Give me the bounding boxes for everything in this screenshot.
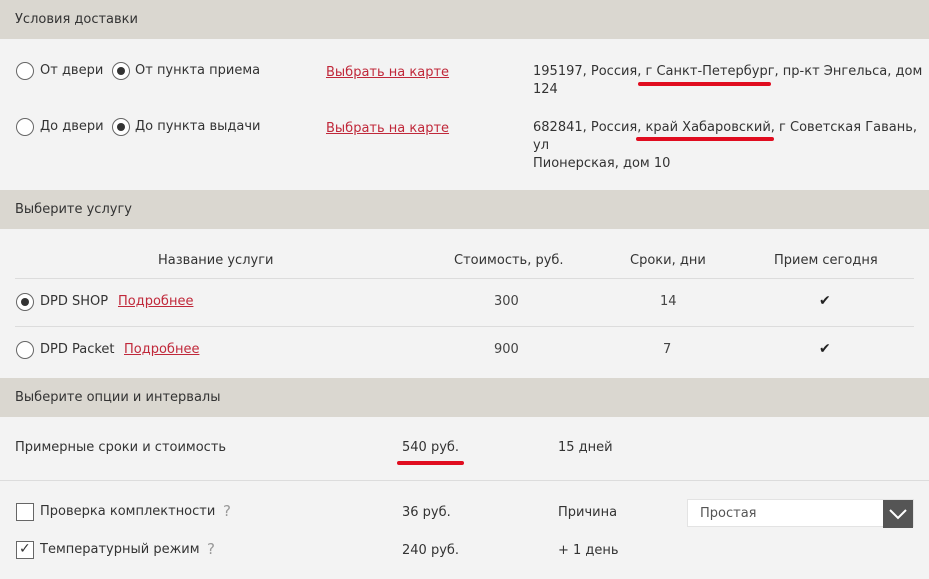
select-dropdown-button[interactable] <box>883 500 913 528</box>
options-header: Выберите опции и интервалы <box>0 378 929 417</box>
service-cost: 300 <box>494 294 519 309</box>
from-door-label: От двери <box>40 63 104 78</box>
estimate-cost: 540 руб. <box>402 440 460 455</box>
help-question-icon[interactable]: ? <box>207 540 215 558</box>
row-divider <box>15 326 914 327</box>
highlight-underline-region <box>636 137 774 141</box>
checkbox-completeness-check[interactable] <box>16 503 34 521</box>
to-point-label: До пункта выдачи <box>135 119 261 134</box>
help-question-icon[interactable]: ? <box>223 502 231 520</box>
choose-on-map-link-origin[interactable]: Выбрать на карте <box>326 65 449 80</box>
radio-from-point[interactable] <box>112 62 130 80</box>
options-divider <box>0 480 929 481</box>
check-icon: ✔ <box>819 293 831 309</box>
radio-dpd-packet[interactable] <box>16 341 34 359</box>
choose-on-map-link-destination[interactable]: Выбрать на карте <box>326 121 449 136</box>
completeness-check-label: Проверка комплектности <box>40 504 216 519</box>
chevron-down-icon <box>889 509 907 520</box>
highlight-underline-cost <box>397 461 464 465</box>
reason-select-value: Простая <box>700 506 757 521</box>
service-name: DPD Packet <box>40 342 115 357</box>
radio-from-door[interactable] <box>16 62 34 80</box>
col-accept-today: Прием сегодня <box>774 253 878 268</box>
temperature-mode-extra-days: + 1 день <box>558 543 619 558</box>
delivery-conditions-header: Условия доставки <box>0 0 929 39</box>
radio-to-point[interactable] <box>112 118 130 136</box>
check-icon: ✔ <box>819 341 831 357</box>
service-cost: 900 <box>494 342 519 357</box>
radio-dpd-shop[interactable] <box>16 293 34 311</box>
service-days: 14 <box>660 294 677 309</box>
reason-select[interactable]: Простая <box>687 499 914 528</box>
origin-address: 195197, Россия, г Санкт-Петербург, пр-кт… <box>533 63 923 99</box>
service-name: DPD SHOP <box>40 294 109 309</box>
estimate-days: 15 дней <box>558 440 613 455</box>
checkbox-temperature-mode[interactable]: ✓ <box>16 541 34 559</box>
completeness-check-price: 36 руб. <box>402 505 451 520</box>
col-service-name: Название услуги <box>158 253 274 268</box>
highlight-underline-city <box>638 82 771 86</box>
to-door-label: До двери <box>40 119 104 134</box>
temperature-mode-price: 240 руб. <box>402 543 460 558</box>
destination-address-line2: Пионерская, дом 10 <box>533 156 671 171</box>
estimate-label: Примерные сроки и стоимость <box>15 440 227 455</box>
more-link-dpd-shop[interactable]: Подробнее <box>118 294 193 309</box>
col-days: Сроки, дни <box>630 253 706 268</box>
reason-label: Причина <box>558 505 618 520</box>
origin-address-line1: 195197, Россия, г Санкт-Петербург, пр-кт… <box>533 64 923 79</box>
from-point-label: От пункта приема <box>135 63 261 78</box>
destination-address: 682841, Россия, край Хабаровский, г Сове… <box>533 119 923 173</box>
radio-to-door[interactable] <box>16 118 34 136</box>
more-link-dpd-packet[interactable]: Подробнее <box>124 342 199 357</box>
choose-service-header: Выберите услугу <box>0 190 929 229</box>
table-divider <box>15 278 914 279</box>
col-cost: Стоимость, руб. <box>454 253 564 268</box>
check-icon: ✓ <box>19 541 31 557</box>
service-days: 7 <box>663 342 672 357</box>
temperature-mode-label: Температурный режим <box>40 542 200 557</box>
